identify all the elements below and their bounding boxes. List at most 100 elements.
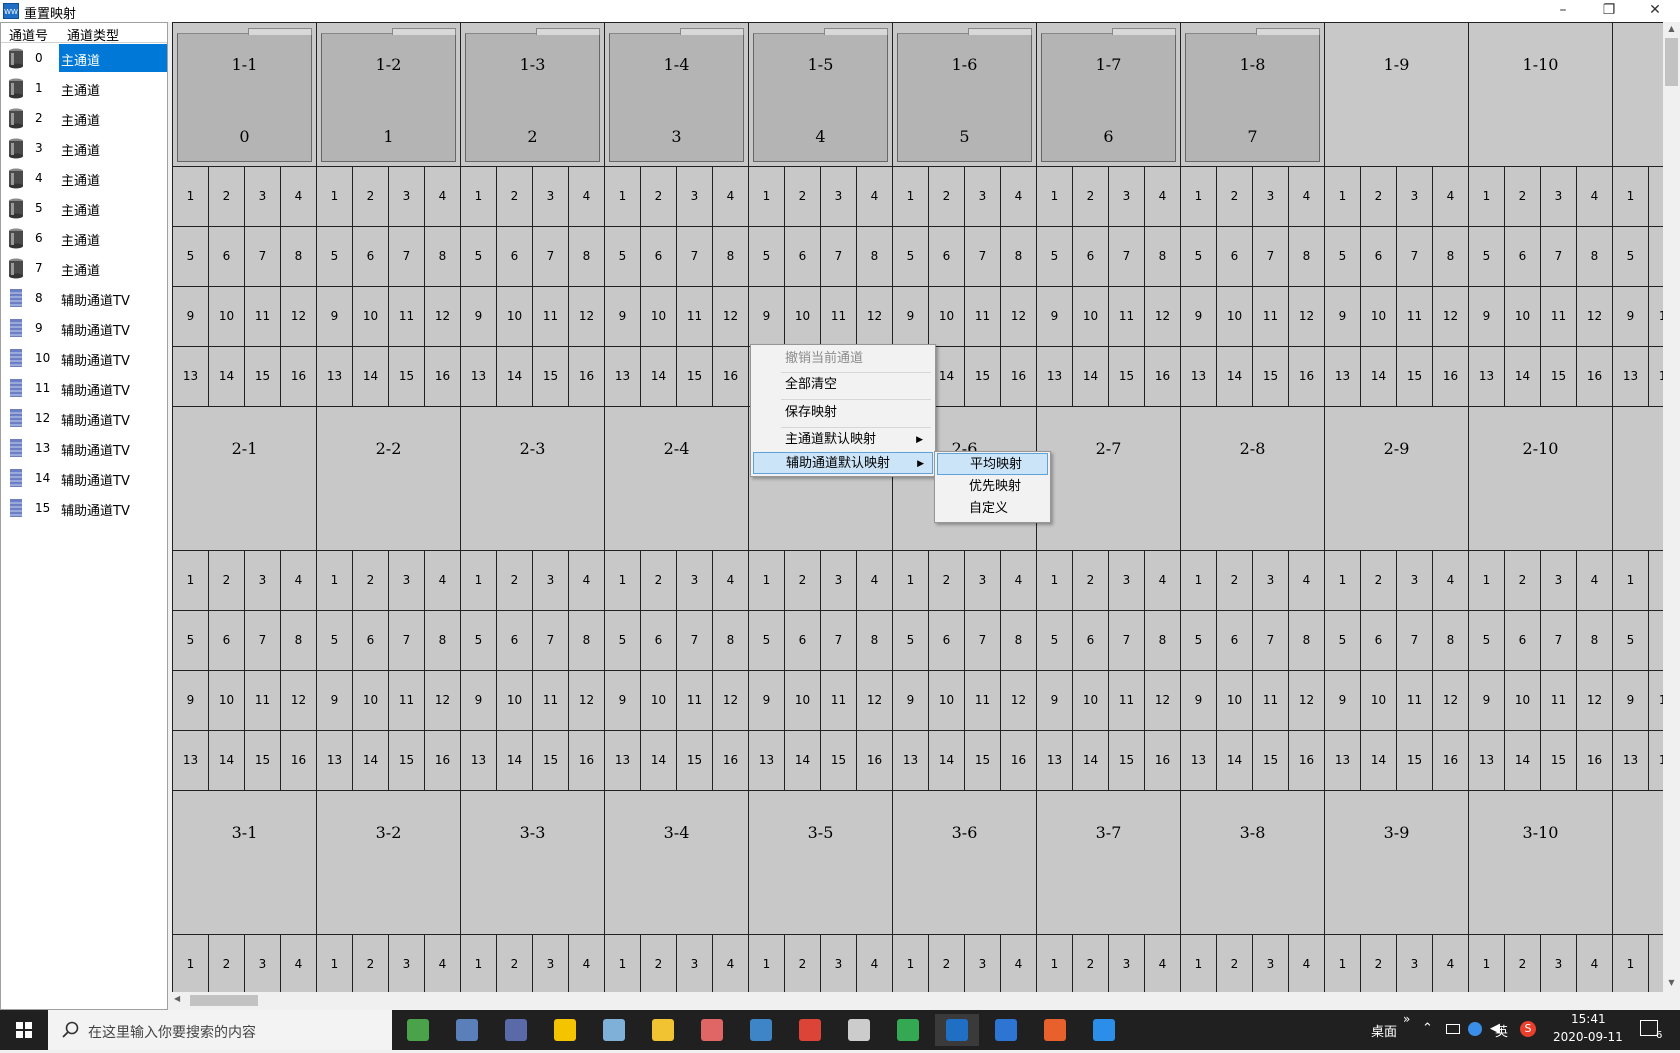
sub-channel-cell[interactable]: 16 — [424, 346, 461, 407]
sub-channel-cell[interactable]: 2 — [208, 934, 245, 992]
sub-channel-cell[interactable]: 2 — [640, 934, 677, 992]
sub-channel-cell[interactable]: 8 — [424, 226, 461, 287]
sub-channel-cell[interactable]: 3 — [244, 934, 281, 992]
messenger-app-icon[interactable] — [1082, 1014, 1126, 1046]
close-button[interactable]: ✕ — [1632, 0, 1678, 22]
scroll-left-arrow-icon[interactable]: ◀ — [174, 994, 186, 1006]
sub-channel-cell[interactable]: 6 — [208, 226, 245, 287]
sub-channel-cell[interactable]: 12 — [568, 670, 605, 731]
restore-button[interactable]: ❐ — [1586, 0, 1632, 22]
sub-channel-cell[interactable]: 3 — [244, 550, 281, 611]
sub-channel-cell[interactable]: 11 — [1108, 286, 1145, 347]
sub-channel-cell[interactable]: 16 — [856, 730, 893, 791]
sub-channel-cell[interactable]: 15 — [1396, 730, 1433, 791]
sub-channel-cell[interactable]: 9 — [316, 670, 353, 731]
sub-channel-cell[interactable]: 15 — [820, 730, 857, 791]
sub-channel-cell[interactable]: 14 — [1072, 730, 1109, 791]
sub-channel-cell[interactable]: 5 — [1036, 610, 1073, 671]
sub-channel-cell[interactable]: 13 — [604, 346, 641, 407]
sub-channel-cell[interactable]: 4 — [1000, 934, 1037, 992]
sub-channel-cell[interactable]: 6 — [352, 226, 389, 287]
mapping-slot-1-6[interactable]: 1-6 5 — [892, 22, 1037, 167]
sub-channel-cell[interactable]: 8 — [856, 610, 893, 671]
sub-channel-cell[interactable]: 9 — [748, 670, 785, 731]
sub-channel-cell[interactable]: 4 — [856, 166, 893, 227]
sub-channel-cell[interactable]: 6 — [1072, 226, 1109, 287]
sub-channel-cell[interactable]: 1 — [748, 166, 785, 227]
sub-channel-cell[interactable]: 7 — [1396, 610, 1433, 671]
channel-row[interactable]: 8 辅助通道TV — [1, 283, 167, 313]
sub-channel-cell[interactable]: 11 — [532, 670, 569, 731]
sub-channel-cell[interactable]: 1 — [892, 550, 929, 611]
sub-channel-cell[interactable]: 13 — [460, 730, 497, 791]
sub-channel-cell[interactable]: 11 — [820, 670, 857, 731]
remote-desktop-app-icon[interactable] — [445, 1014, 489, 1046]
sub-channel-cell[interactable]: 16 — [1432, 346, 1469, 407]
channel-row[interactable]: 12 辅助通道TV — [1, 403, 167, 433]
sub-channel-cell[interactable]: 3 — [820, 166, 857, 227]
sub-channel-cell[interactable]: 11 — [964, 286, 1001, 347]
sub-channel-cell[interactable]: 16 — [1432, 730, 1469, 791]
sub-channel-cell[interactable]: 13 — [172, 730, 209, 791]
sub-channel-cell[interactable]: 15 — [388, 346, 425, 407]
sub-channel-cell[interactable]: 10 — [784, 670, 821, 731]
channel-row[interactable]: 10 辅助通道TV — [1, 343, 167, 373]
sub-channel-cell[interactable]: 15 — [532, 730, 569, 791]
mapping-slot-2-3[interactable]: 2-3 — [460, 406, 605, 551]
sub-channel-cell[interactable]: 1 — [1324, 166, 1361, 227]
sub-channel-cell[interactable]: 12 — [1000, 670, 1037, 731]
sub-channel-cell[interactable]: 12 — [1288, 286, 1325, 347]
sub-channel-cell[interactable]: 1 — [1324, 550, 1361, 611]
sub-channel-cell[interactable]: 8 — [712, 610, 749, 671]
sub-channel-cell[interactable]: 11 — [1540, 670, 1577, 731]
sub-channel-cell[interactable]: 6 — [1360, 226, 1397, 287]
sub-channel-cell[interactable]: 4 — [1000, 550, 1037, 611]
sub-channel-cell[interactable]: 7 — [1540, 226, 1577, 287]
sub-channel-cell[interactable]: 4 — [712, 550, 749, 611]
sub-channel-cell[interactable]: 9 — [604, 670, 641, 731]
sub-channel-cell[interactable]: 5 — [460, 226, 497, 287]
sub-channel-cell[interactable]: 7 — [244, 226, 281, 287]
sub-channel-cell[interactable]: 7 — [1108, 610, 1145, 671]
sub-channel-cell[interactable]: 12 — [712, 670, 749, 731]
sub-channel-cell[interactable]: 3 — [964, 550, 1001, 611]
sub-channel-cell[interactable]: 13 — [892, 730, 929, 791]
sub-channel-cell[interactable]: 2 — [496, 934, 533, 992]
sub-channel-cell[interactable]: 2 — [784, 934, 821, 992]
sub-channel-cell[interactable]: 2 — [1360, 934, 1397, 992]
channel-row[interactable]: 3 主通道 — [1, 133, 167, 163]
mapping-slot-3-4[interactable]: 3-4 — [604, 790, 749, 935]
sub-channel-cell[interactable]: 4 — [568, 166, 605, 227]
sub-channel-cell[interactable]: 15 — [964, 730, 1001, 791]
refresh-app-icon[interactable] — [886, 1014, 930, 1046]
sub-channel-cell[interactable]: 15 — [1108, 730, 1145, 791]
mapping-slot-1-9[interactable]: 1-9 — [1324, 22, 1469, 167]
sub-channel-cell[interactable]: 1 — [604, 934, 641, 992]
sub-channel-cell[interactable]: 5 — [892, 226, 929, 287]
sub-channel-cell[interactable]: 9 — [1180, 670, 1217, 731]
sub-channel-cell[interactable]: 16 — [1000, 730, 1037, 791]
settings-app-icon[interactable] — [837, 1014, 881, 1046]
sub-channel-cell[interactable]: 5 — [316, 610, 353, 671]
mapping-slot-2-10[interactable]: 2-10 — [1468, 406, 1613, 551]
wave-app-active-icon[interactable] — [935, 1014, 979, 1046]
mapping-slot-2-2[interactable]: 2-2 — [316, 406, 461, 551]
sub-channel-cell[interactable]: 10 — [1072, 286, 1109, 347]
sub-channel-cell[interactable]: 5 — [1324, 610, 1361, 671]
sub-channel-cell[interactable]: 1 — [1324, 934, 1361, 992]
sub-channel-cell[interactable]: 3 — [1396, 550, 1433, 611]
toolbar-overflow-icon[interactable]: » — [1403, 1012, 1410, 1026]
sub-channel-cell[interactable]: 13 — [1612, 730, 1649, 791]
sub-channel-cell[interactable]: 2 — [352, 550, 389, 611]
sub-channel-cell[interactable]: 6 — [1216, 226, 1253, 287]
sub-channel-cell[interactable]: 2 — [1072, 550, 1109, 611]
sub-channel-cell[interactable]: 16 — [712, 346, 749, 407]
sub-channel-cell[interactable]: 3 — [1540, 550, 1577, 611]
sub-channel-cell[interactable]: 16 — [1576, 346, 1613, 407]
sub-channel-cell[interactable]: 13 — [460, 346, 497, 407]
mail-app-icon[interactable] — [984, 1014, 1028, 1046]
sub-channel-cell[interactable]: 14 — [1648, 346, 1663, 407]
sub-channel-cell[interactable]: 2 — [1504, 550, 1541, 611]
sub-channel-cell[interactable]: 5 — [1468, 610, 1505, 671]
sub-channel-cell[interactable]: 15 — [244, 346, 281, 407]
